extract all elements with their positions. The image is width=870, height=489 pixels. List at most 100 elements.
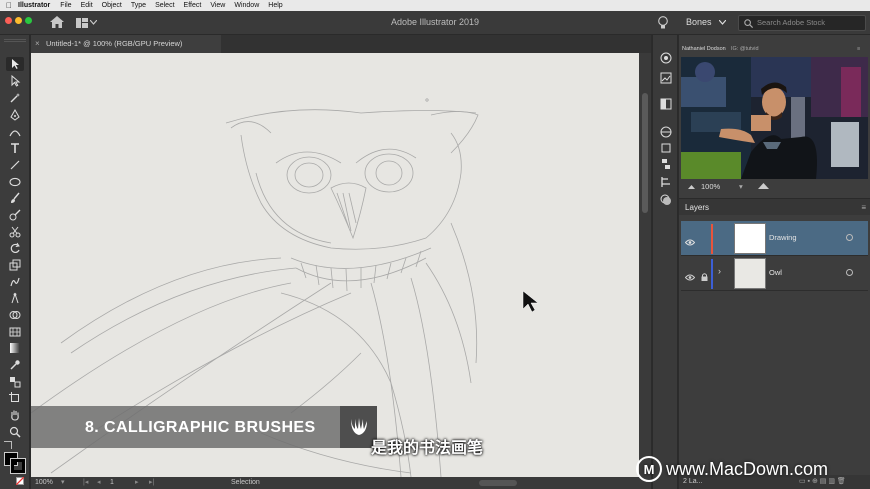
menu-select[interactable]: Select (155, 2, 174, 9)
scrollbar-thumb[interactable] (642, 93, 648, 213)
menu-window[interactable]: Window (234, 2, 259, 9)
transparency-panel-icon[interactable] (659, 97, 673, 110)
workspace-switcher[interactable]: Bones (686, 17, 727, 27)
next-artboard-icon[interactable]: ▸ (135, 477, 139, 489)
document-tab-bar: × Untitled-1* @ 100% (RGB/GPU Preview) (31, 35, 651, 53)
lesson-title: 8. CALLIGRAPHIC BRUSHES (85, 419, 316, 436)
swap-colors-icon[interactable] (4, 441, 12, 449)
graphic-styles-icon[interactable] (659, 141, 673, 154)
selection-tool-icon[interactable] (6, 57, 24, 71)
menu-help[interactable]: Help (268, 2, 282, 9)
webcam-tab-name[interactable]: Nathaniel Dodson (682, 46, 726, 52)
rotate-tool-icon[interactable] (6, 241, 24, 255)
pen-tool-icon[interactable] (6, 108, 24, 122)
paintbrush-tool-icon[interactable] (6, 191, 24, 205)
shaper-tool-icon[interactable] (6, 208, 24, 222)
line-segment-tool-icon[interactable] (6, 158, 24, 172)
right-panels: Nathaniel Dodson IG: @tutvid ≡ 100% ▾ La… (679, 35, 870, 489)
menu-type[interactable]: Type (131, 2, 146, 9)
document-tab[interactable]: × Untitled-1* @ 100% (RGB/GPU Preview) (31, 35, 221, 53)
color-panel-icon[interactable] (659, 51, 673, 64)
layer-row-drawing[interactable]: Drawing (681, 221, 868, 256)
vertical-scrollbar[interactable] (639, 53, 651, 477)
visibility-eye-icon[interactable] (684, 268, 696, 286)
panel-menu-icon[interactable]: ≡ (857, 46, 860, 52)
none-color-icon[interactable] (16, 477, 24, 485)
layer-color-indicator (711, 259, 713, 289)
stroke-panel-icon[interactable] (659, 193, 673, 206)
macdown-logo-icon: M (636, 456, 662, 482)
ellipse-tool-icon[interactable] (6, 175, 24, 189)
illustrator-window:  Illustrator File Edit Object Type Sele… (0, 0, 870, 489)
fill-stroke-swatch[interactable] (4, 452, 26, 474)
zoom-dropdown-icon[interactable]: ▾ (61, 477, 65, 489)
zoom-out-icon[interactable] (687, 183, 696, 192)
scissors-tool-icon[interactable] (6, 225, 24, 239)
chevron-down-icon (718, 19, 727, 25)
blend-tool-icon[interactable] (6, 375, 24, 389)
menu-object[interactable]: Object (102, 2, 122, 9)
gradient-tool-icon[interactable] (6, 341, 24, 355)
direct-selection-tool-icon[interactable] (6, 74, 24, 88)
curvature-tool-icon[interactable] (6, 125, 24, 139)
layer-thumbnail (734, 223, 766, 254)
current-tool-status: Selection (231, 479, 260, 486)
appearance-panel-icon[interactable] (659, 125, 673, 138)
expand-layer-chevron-icon[interactable]: › (718, 266, 721, 276)
last-artboard-icon[interactable]: ▸| (149, 477, 154, 489)
shape-builder-tool-icon[interactable] (6, 308, 24, 322)
close-tab-icon[interactable]: × (35, 35, 40, 53)
type-tool-icon[interactable] (6, 141, 24, 155)
webcam-tab-handle[interactable]: IG: @tutvid (731, 46, 759, 52)
horizontal-scrollbar-thumb[interactable] (479, 480, 517, 486)
toolbar-grip[interactable] (4, 39, 26, 42)
align-panel-icon[interactable] (659, 157, 673, 170)
zoom-level[interactable]: 100% (35, 477, 53, 489)
zoom-in-icon[interactable] (757, 183, 770, 192)
warp-tool-icon[interactable] (6, 275, 24, 289)
layer-thumbnail (734, 258, 766, 289)
magic-wand-tool-icon[interactable] (6, 91, 24, 105)
stroke-swatch[interactable] (10, 458, 26, 474)
zoom-tool-icon[interactable] (6, 425, 24, 439)
stock-search-input[interactable]: Search Adobe Stock (738, 15, 866, 31)
layer-name[interactable]: Owl (769, 268, 782, 277)
layer-target-icon[interactable] (846, 234, 853, 241)
visibility-eye-icon[interactable] (684, 233, 696, 251)
eyedropper-tool-icon[interactable] (6, 358, 24, 372)
pathfinder-icon[interactable] (659, 175, 673, 188)
prev-artboard-icon[interactable]: ◂ (97, 477, 101, 489)
menu-file[interactable]: File (60, 2, 71, 9)
apple-icon[interactable]:  (0, 1, 18, 10)
menu-edit[interactable]: Edit (81, 2, 93, 9)
layer-name[interactable]: Drawing (769, 233, 797, 242)
perspective-grid-tool-icon[interactable] (6, 325, 24, 339)
app-title-bar: Adobe Illustrator 2019 Bones Search Adob… (0, 11, 870, 35)
document-tab-title: Untitled-1* @ 100% (RGB/GPU Preview) (46, 39, 183, 48)
mac-menu-bar:  Illustrator File Edit Object Type Sele… (0, 0, 870, 11)
first-artboard-icon[interactable]: |◂ (83, 477, 88, 489)
menu-effect[interactable]: Effect (184, 2, 202, 9)
navigator-zoom-value[interactable]: 100% (701, 182, 720, 191)
puppet-warp-tool-icon[interactable] (6, 291, 24, 305)
lightbulb-icon[interactable] (657, 16, 669, 30)
menu-app-name[interactable]: Illustrator (18, 2, 50, 9)
layer-row-owl[interactable]: › Owl (681, 256, 868, 291)
workspace-label: Bones (686, 17, 712, 27)
lock-icon[interactable] (701, 268, 708, 286)
site-watermark: M www.MacDown.com (636, 454, 828, 484)
artboard-tool-icon[interactable] (6, 391, 24, 405)
layers-panel-title[interactable]: Layers (685, 203, 709, 212)
search-icon (744, 19, 753, 28)
presenter-webcam (681, 57, 868, 179)
scale-tool-icon[interactable] (6, 258, 24, 272)
image-trace-icon[interactable] (659, 71, 673, 84)
layer-target-icon[interactable] (846, 269, 853, 276)
search-placeholder: Search Adobe Stock (757, 18, 825, 27)
zoom-dropdown-icon[interactable]: ▾ (739, 182, 743, 191)
artboard-number[interactable]: 1 (110, 477, 114, 489)
navigator-zoom-bar: 100% ▾ (679, 180, 870, 196)
hand-tool-icon[interactable] (6, 408, 24, 422)
menu-view[interactable]: View (210, 2, 225, 9)
layers-panel-menu-icon[interactable]: ≡ (861, 199, 866, 216)
